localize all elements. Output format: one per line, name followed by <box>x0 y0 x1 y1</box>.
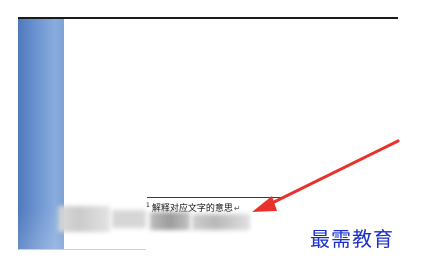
watermark-text: 最需教育 <box>310 227 394 251</box>
paragraph-mark-icon: ↵ <box>233 204 241 213</box>
footnote-entry[interactable]: 1 解释对应文字的意思↵ <box>146 199 241 214</box>
footnote-separator <box>147 197 281 198</box>
page-bottom-edge <box>18 249 146 250</box>
blurred-region <box>112 210 146 228</box>
blurred-region <box>58 206 110 232</box>
blurred-region <box>150 212 190 230</box>
screenshot-stage: 1 解释对应文字的意思↵ 最需教育 <box>0 0 434 272</box>
blurred-region <box>192 214 250 230</box>
footnote-reference-mark: 1 <box>146 202 150 209</box>
